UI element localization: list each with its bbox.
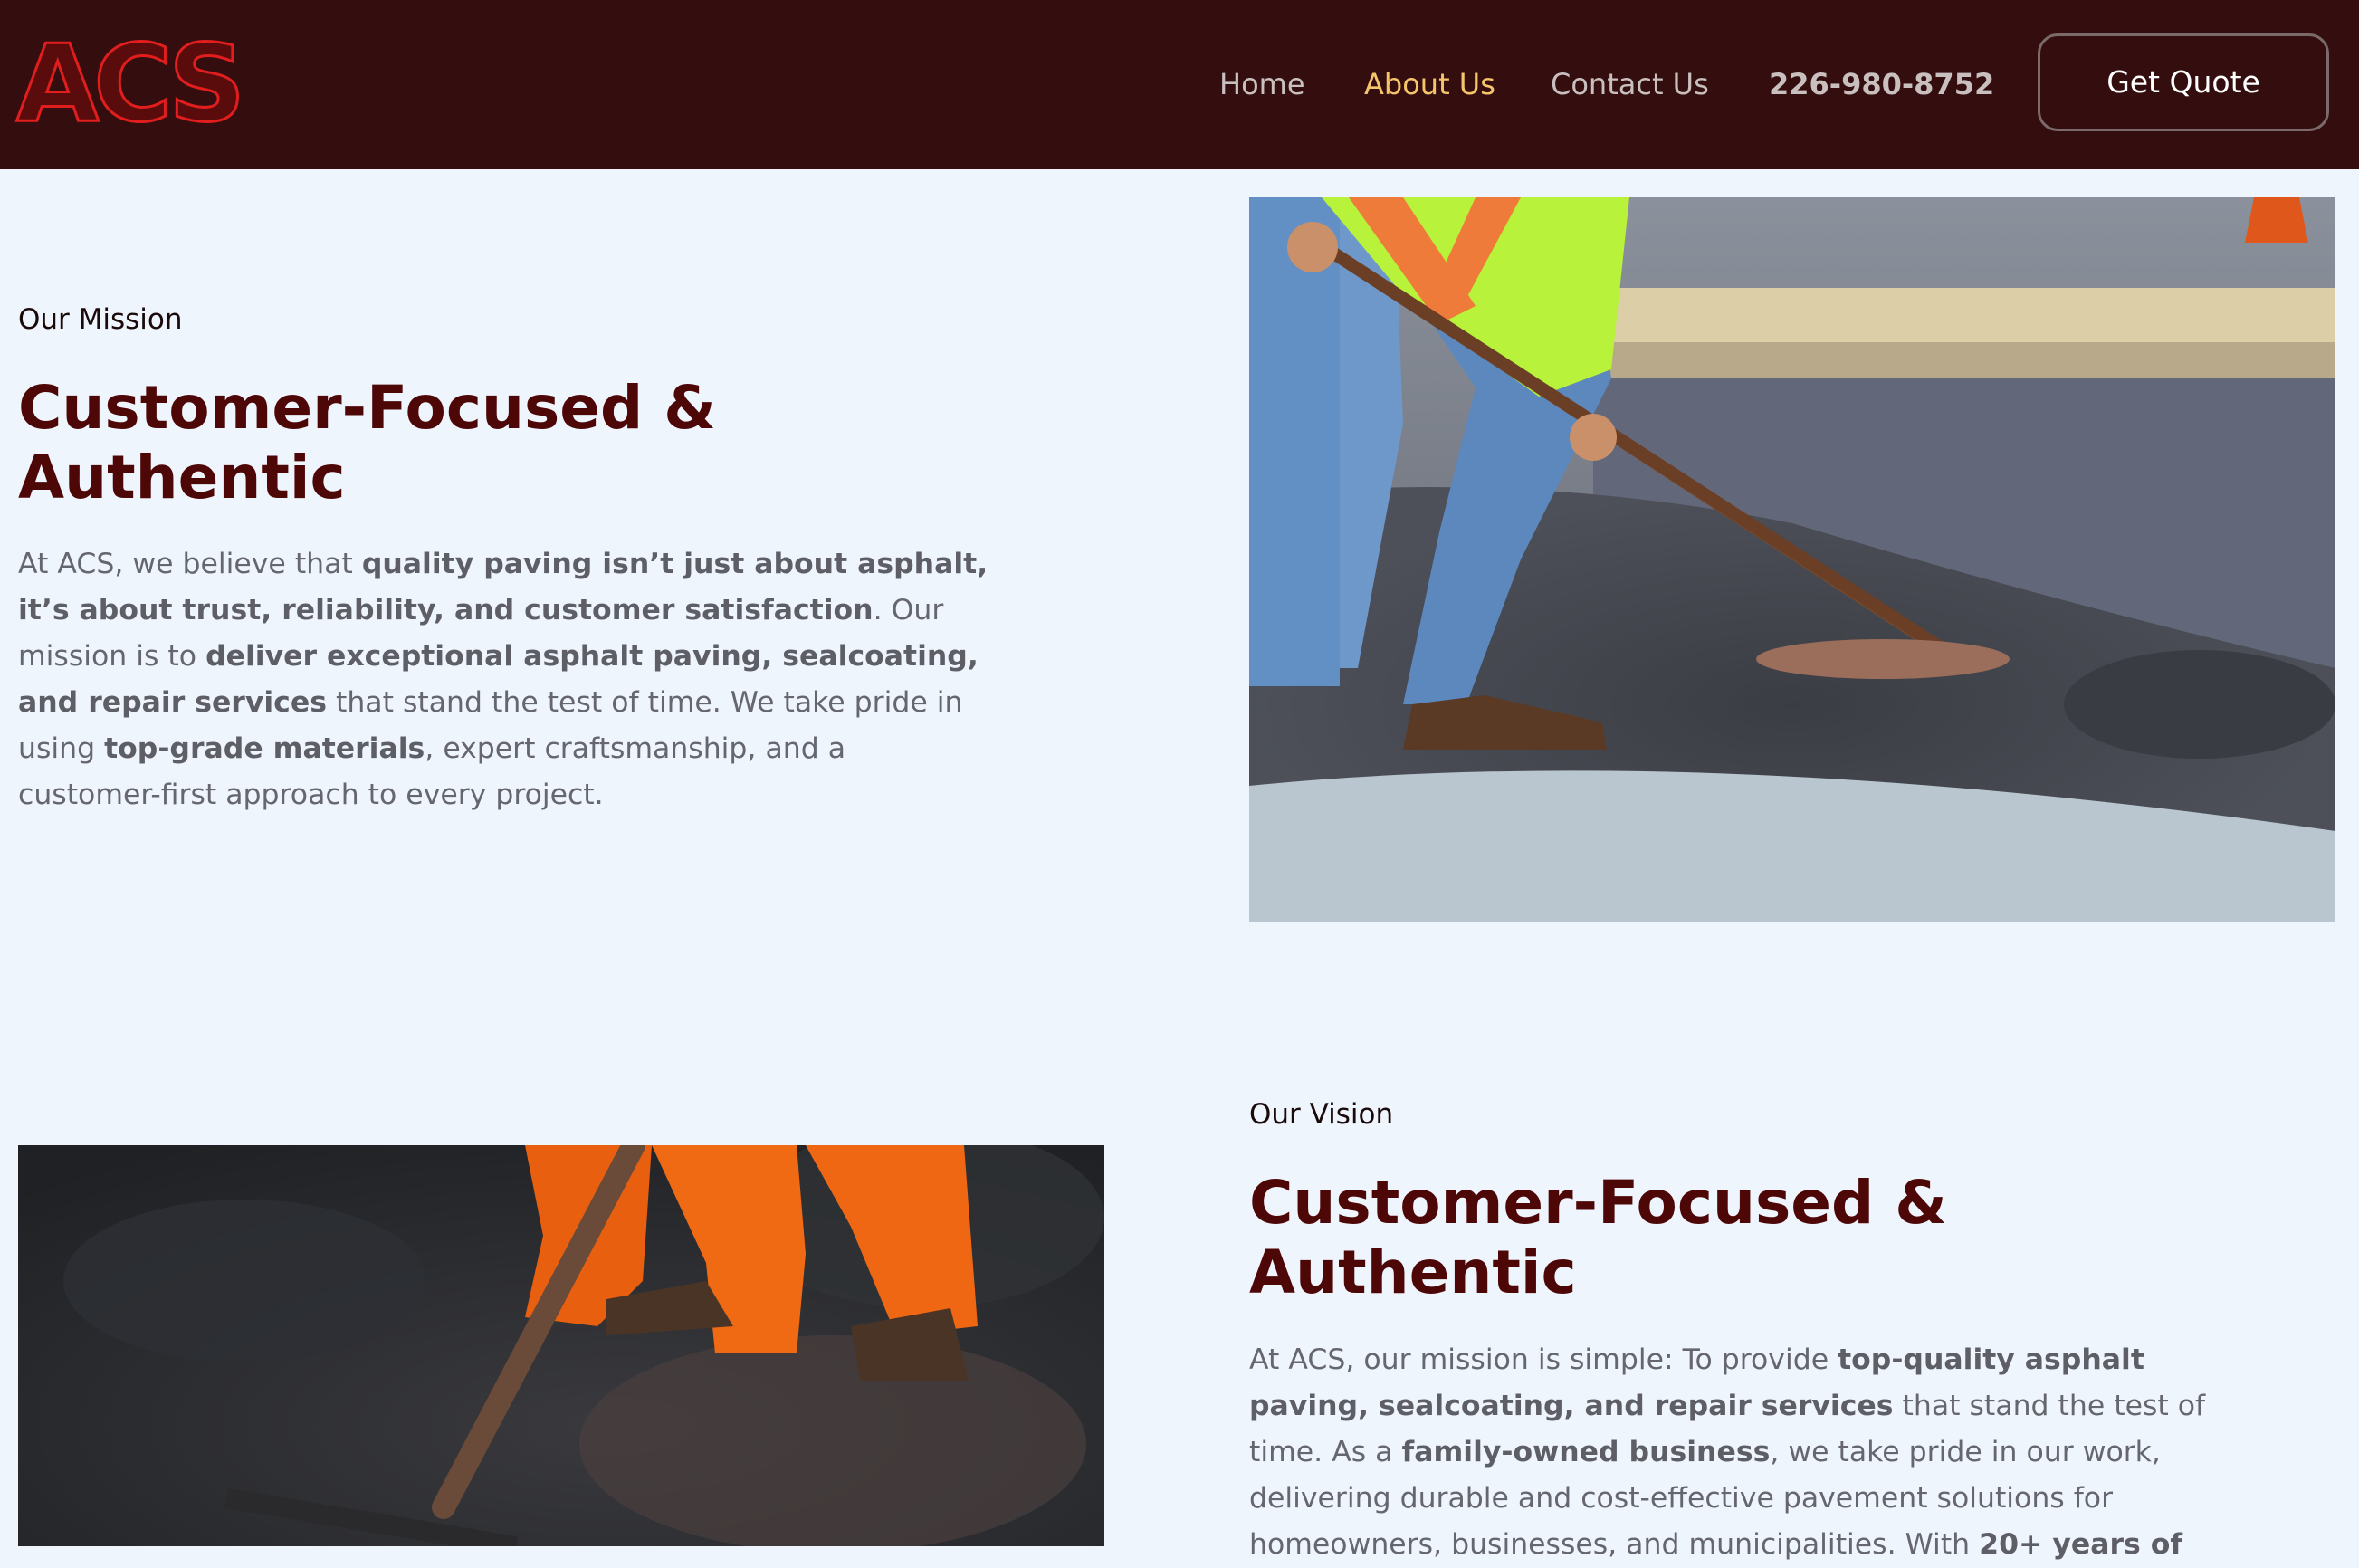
mission-heading: Customer-Focused & Authentic [18,373,716,512]
vision-heading-line-1: Customer-Focused & [1249,1168,1947,1238]
site-header: ACS Home About Us Contact Us 226-980-875… [0,0,2359,169]
mission-photo [1249,197,2335,922]
vision-line-4: delivering durable and cost-effective pa… [1249,1482,2114,1515]
vision-line-5: homeowners, businesses, and municipaliti… [1249,1528,2183,1561]
nav-about-us[interactable]: About Us [1364,62,1495,107]
mission-heading-line-1: Customer-Focused & [18,373,716,443]
mission-line-3: mission is to deliver exceptional asphal… [18,640,979,673]
vision-heading-line-2: Authentic [1249,1238,1577,1307]
vision-photo [18,1145,1104,1546]
asphalt-rake-closeup-photo-icon [18,1145,1104,1546]
vision-line-3: time. As a family-owned business, we tak… [1249,1436,2161,1468]
vision-line-1: At ACS, our mission is simple: To provid… [1249,1343,2144,1376]
vision-eyebrow: Our Vision [1249,1098,1394,1131]
nav-contact-us[interactable]: Contact Us [1551,62,1709,107]
vision-heading: Customer-Focused & Authentic [1249,1168,1947,1307]
mission-line-6: customer-first approach to every project… [18,779,604,811]
nav-home[interactable]: Home [1219,62,1305,107]
mission-line-1: At ACS, we believe that quality paving i… [18,548,988,580]
mission-paragraph: At ACS, we believe that quality paving i… [18,541,988,818]
mission-line-5: using top-grade materials, expert crafts… [18,732,846,765]
mission-line-2: it’s about trust, reliability, and custo… [18,594,944,626]
mission-heading-line-2: Authentic [18,443,346,512]
nav-phone-link[interactable]: 226-980-8752 [1769,62,1994,107]
worker-raking-asphalt-photo-icon [1249,197,2335,922]
mission-line-4: and repair services that stand the test … [18,686,963,719]
get-quote-button[interactable]: Get Quote [2038,33,2329,131]
vision-paragraph: At ACS, our mission is simple: To provid… [1249,1337,2205,1568]
mission-eyebrow: Our Mission [18,303,183,336]
vision-line-2: paving, sealcoating, and repair services… [1249,1390,2206,1422]
acs-logo[interactable]: ACS [14,20,246,148]
